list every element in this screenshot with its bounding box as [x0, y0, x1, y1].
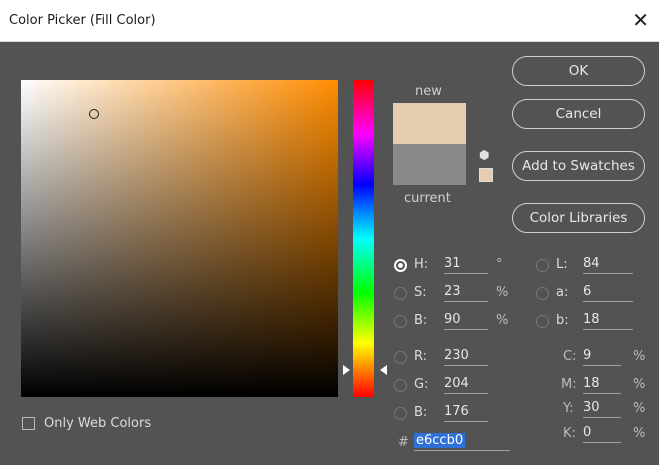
- current-label: current: [404, 191, 451, 206]
- field-b[interactable]: 90: [444, 311, 488, 330]
- color-libraries-button[interactable]: Color Libraries: [512, 203, 645, 233]
- field-r[interactable]: 230: [444, 347, 488, 366]
- hex-value: e6ccb0: [414, 433, 466, 448]
- title-bar: Color Picker (Fill Color) ✕: [0, 0, 659, 42]
- label-h: H:: [414, 257, 429, 272]
- field-s[interactable]: 23: [444, 283, 488, 302]
- label-y: Y:: [563, 401, 574, 416]
- field-k[interactable]: 0: [583, 424, 621, 443]
- radio-s[interactable]: [394, 287, 407, 300]
- radio-b-rgb[interactable]: [394, 407, 407, 420]
- unit-m: %: [633, 377, 646, 392]
- websafe-swatch-icon[interactable]: [479, 168, 493, 182]
- unit-k: %: [633, 426, 646, 441]
- current-color-swatch[interactable]: [393, 144, 466, 185]
- label-s: S:: [414, 285, 427, 300]
- radio-g[interactable]: [394, 379, 407, 392]
- hue-slider[interactable]: [353, 80, 374, 397]
- hex-field[interactable]: e6ccb0: [414, 432, 510, 451]
- color-picker-dialog: Color Picker (Fill Color) ✕ new current …: [0, 0, 659, 465]
- field-m[interactable]: 18: [583, 375, 621, 394]
- only-web-colors-checkbox[interactable]: [22, 417, 35, 430]
- radio-a[interactable]: [536, 287, 549, 300]
- field-y[interactable]: 30: [583, 399, 621, 418]
- new-color-swatch: [393, 103, 466, 144]
- unit-b: %: [496, 313, 509, 328]
- cube-icon[interactable]: ⬢: [479, 149, 491, 161]
- field-a[interactable]: 6: [583, 283, 633, 302]
- radio-h[interactable]: [394, 259, 407, 272]
- unit-y: %: [633, 401, 646, 416]
- only-web-colors-label: Only Web Colors: [44, 416, 152, 431]
- ok-button[interactable]: OK: [512, 56, 645, 86]
- unit-c: %: [633, 349, 646, 364]
- color-selector-circle[interactable]: [89, 109, 99, 119]
- cancel-button[interactable]: Cancel: [512, 99, 645, 129]
- field-g[interactable]: 204: [444, 375, 488, 394]
- dialog-title: Color Picker (Fill Color): [9, 13, 156, 28]
- label-c: C:: [563, 349, 577, 364]
- close-icon[interactable]: ✕: [632, 8, 649, 32]
- hue-slider-right-arrow[interactable]: [380, 365, 387, 375]
- radio-b-lab[interactable]: [536, 315, 549, 328]
- field-h[interactable]: 31: [444, 255, 488, 274]
- hex-prefix: #: [398, 435, 409, 450]
- add-to-swatches-button[interactable]: Add to Swatches: [512, 151, 645, 181]
- unit-s: %: [496, 285, 509, 300]
- radio-r[interactable]: [394, 351, 407, 364]
- label-b-lab: b:: [556, 313, 569, 328]
- field-b-lab[interactable]: 18: [583, 311, 633, 330]
- label-b: B:: [414, 313, 428, 328]
- label-b-rgb: B:: [414, 405, 428, 420]
- label-m: M:: [561, 377, 577, 392]
- hue-slider-left-arrow[interactable]: [343, 365, 350, 375]
- label-g: G:: [414, 377, 429, 392]
- radio-b[interactable]: [394, 315, 407, 328]
- label-l: L:: [556, 257, 568, 272]
- unit-h: °: [496, 257, 503, 272]
- saturation-brightness-field[interactable]: [21, 80, 338, 397]
- new-label: new: [415, 84, 442, 99]
- label-k: K:: [563, 426, 576, 441]
- label-r: R:: [414, 349, 428, 364]
- field-b-rgb[interactable]: 176: [444, 403, 488, 422]
- label-a: a:: [556, 285, 569, 300]
- field-l[interactable]: 84: [583, 255, 633, 274]
- radio-l[interactable]: [536, 259, 549, 272]
- field-c[interactable]: 9: [583, 347, 621, 366]
